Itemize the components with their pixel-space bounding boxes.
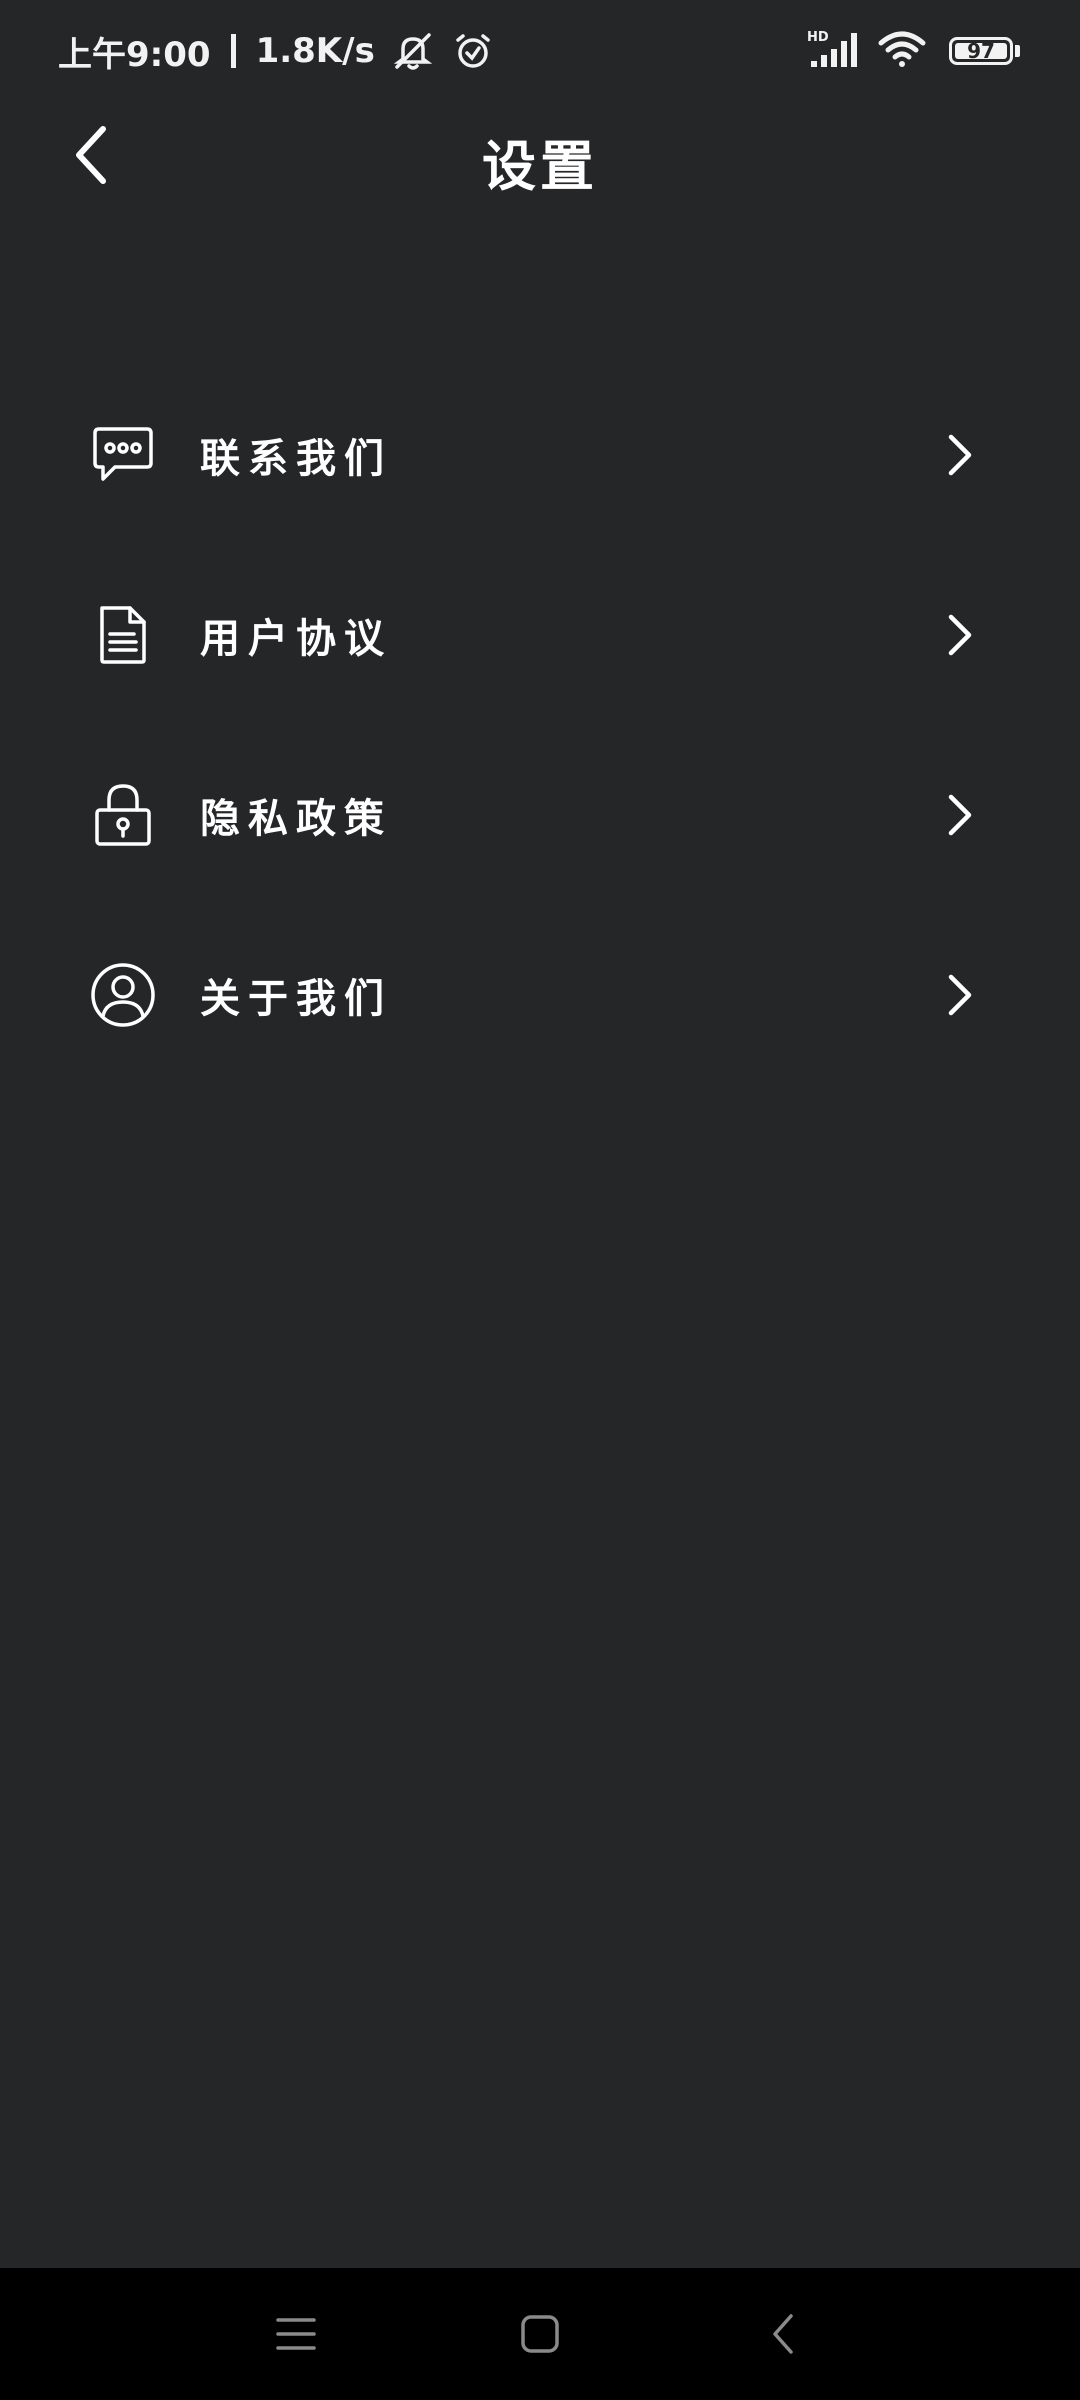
menu-item-privacy-policy[interactable]: 隐私政策 xyxy=(0,725,1080,905)
battery-level: 97 xyxy=(967,39,995,63)
back-icon[interactable] xyxy=(754,2304,814,2364)
menu-item-user-agreement[interactable]: 用户协议 xyxy=(0,545,1080,725)
hd-signal-icon: HD xyxy=(805,27,861,75)
menu-item-label: 关于我们 xyxy=(200,975,392,1022)
header: 设置 xyxy=(0,100,1080,210)
menu-icon[interactable] xyxy=(266,2304,326,2364)
menu-item-label: 用户协议 xyxy=(200,615,392,662)
menu-item-contact-us[interactable]: 联系我们 xyxy=(0,365,1080,545)
status-separator xyxy=(230,34,236,68)
chat-bubble-icon xyxy=(90,422,156,488)
chevron-right-icon xyxy=(940,970,980,1020)
battery-cap xyxy=(1015,45,1020,57)
settings-menu: 联系我们 用户协议 隐私政策 关于我们 xyxy=(0,365,1080,1085)
home-icon[interactable] xyxy=(510,2304,570,2364)
lock-icon xyxy=(90,782,156,848)
menu-item-label: 联系我们 xyxy=(200,435,392,482)
chevron-right-icon xyxy=(940,430,980,480)
settings-screen: 上午9:00 1.8K/s HD 97 设置 联系我们 用户协议 隐私政策 关于… xyxy=(0,0,1080,2400)
menu-item-about-us[interactable]: 关于我们 xyxy=(0,905,1080,1085)
user-circle-icon xyxy=(90,962,156,1028)
status-bar: 上午9:00 1.8K/s HD 97 xyxy=(0,0,1080,100)
chevron-right-icon xyxy=(940,790,980,840)
chevron-right-icon xyxy=(940,610,980,660)
menu-item-label: 隐私政策 xyxy=(200,795,392,842)
alarm-icon xyxy=(451,29,495,73)
status-right: HD 97 xyxy=(805,26,1020,76)
svg-text:HD: HD xyxy=(807,30,829,45)
status-left: 上午9:00 1.8K/s xyxy=(58,26,495,76)
status-time: 上午9:00 xyxy=(58,34,211,75)
battery-icon: 97 xyxy=(949,37,1013,65)
wifi-icon xyxy=(877,27,927,75)
status-net-speed: 1.8K/s xyxy=(255,31,375,71)
page-title: 设置 xyxy=(482,134,598,198)
mute-icon xyxy=(391,29,435,73)
document-icon xyxy=(90,602,156,668)
system-nav-bar xyxy=(0,2268,1080,2400)
